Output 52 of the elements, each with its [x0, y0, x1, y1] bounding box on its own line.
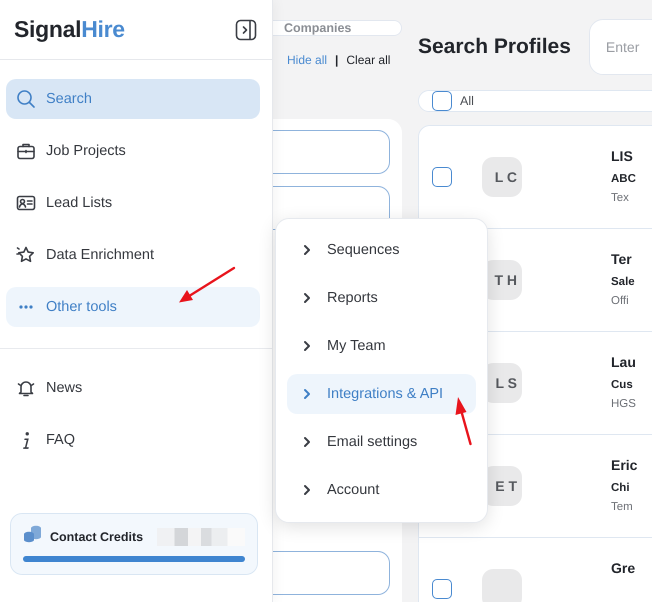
profile-name[interactable]: LIS: [611, 148, 636, 165]
job-title: Cus: [611, 378, 634, 393]
sidebar-item[interactable]: Other tools: [6, 287, 260, 327]
checkbox[interactable]: [432, 579, 452, 599]
company-name: Offi: [611, 294, 630, 308]
pointer-arrow: [178, 266, 236, 304]
briefcase-icon: [16, 141, 36, 161]
bell-icon: [16, 378, 36, 398]
chevron-right-icon: [303, 388, 311, 400]
menu-item[interactable]: Email settings: [287, 422, 476, 462]
menu-item[interactable]: Account: [287, 470, 476, 510]
menu-item[interactable]: Reports: [287, 278, 476, 318]
chevron-right-icon: [303, 436, 311, 448]
sidebar-item[interactable]: FAQ: [6, 420, 260, 460]
job-title: Chi: [611, 482, 631, 496]
input-field[interactable]: [273, 130, 390, 174]
clear-all-link[interactable]: Clear all: [346, 53, 390, 67]
job-title: Sale: [611, 276, 635, 290]
search-icon: [16, 89, 36, 109]
company-name: HGS: [611, 398, 636, 412]
job-title: ABC: [611, 172, 636, 187]
menu-item[interactable]: Sequences: [287, 230, 476, 270]
chevron-right-icon: [303, 244, 311, 256]
credits-label: Contact Credits: [50, 530, 144, 544]
sidebar-item[interactable]: News: [6, 368, 260, 408]
profile-name[interactable]: Eric: [611, 457, 638, 474]
sparkle-star-icon: [16, 245, 36, 265]
profile-name[interactable]: Ter: [611, 251, 635, 268]
collapse-sidebar-icon[interactable]: [235, 18, 257, 40]
input-field[interactable]: [273, 551, 390, 595]
page-title: Search Profiles: [418, 35, 571, 59]
sidebar-item[interactable]: Job Projects: [6, 131, 260, 171]
profile-name[interactable]: Gre: [611, 560, 636, 577]
chevron-right-icon: [303, 292, 311, 304]
chevron-right-icon: [303, 484, 311, 496]
logo: SignalHire: [14, 16, 125, 43]
avatar: L C: [482, 157, 522, 197]
sidebar-item[interactable]: Data Enrichment: [6, 235, 260, 275]
search-field[interactable]: Enter: [588, 19, 652, 75]
menu-item[interactable]: Integrations & API: [287, 374, 476, 414]
separator: |: [335, 53, 338, 67]
profile-name[interactable]: Lau: [611, 354, 636, 371]
checkbox[interactable]: [432, 91, 452, 111]
company-name: Tem: [611, 500, 634, 514]
sidebar-item[interactable]: Lead Lists: [6, 183, 260, 223]
company-name: Tex: [611, 192, 630, 206]
select-all-label: All: [460, 94, 474, 108]
pointer-arrow: [455, 396, 473, 446]
chevron-right-icon: [303, 340, 311, 352]
contact-card-icon: [16, 193, 36, 213]
checkbox[interactable]: [432, 167, 452, 187]
menu-item[interactable]: My Team: [287, 326, 476, 366]
